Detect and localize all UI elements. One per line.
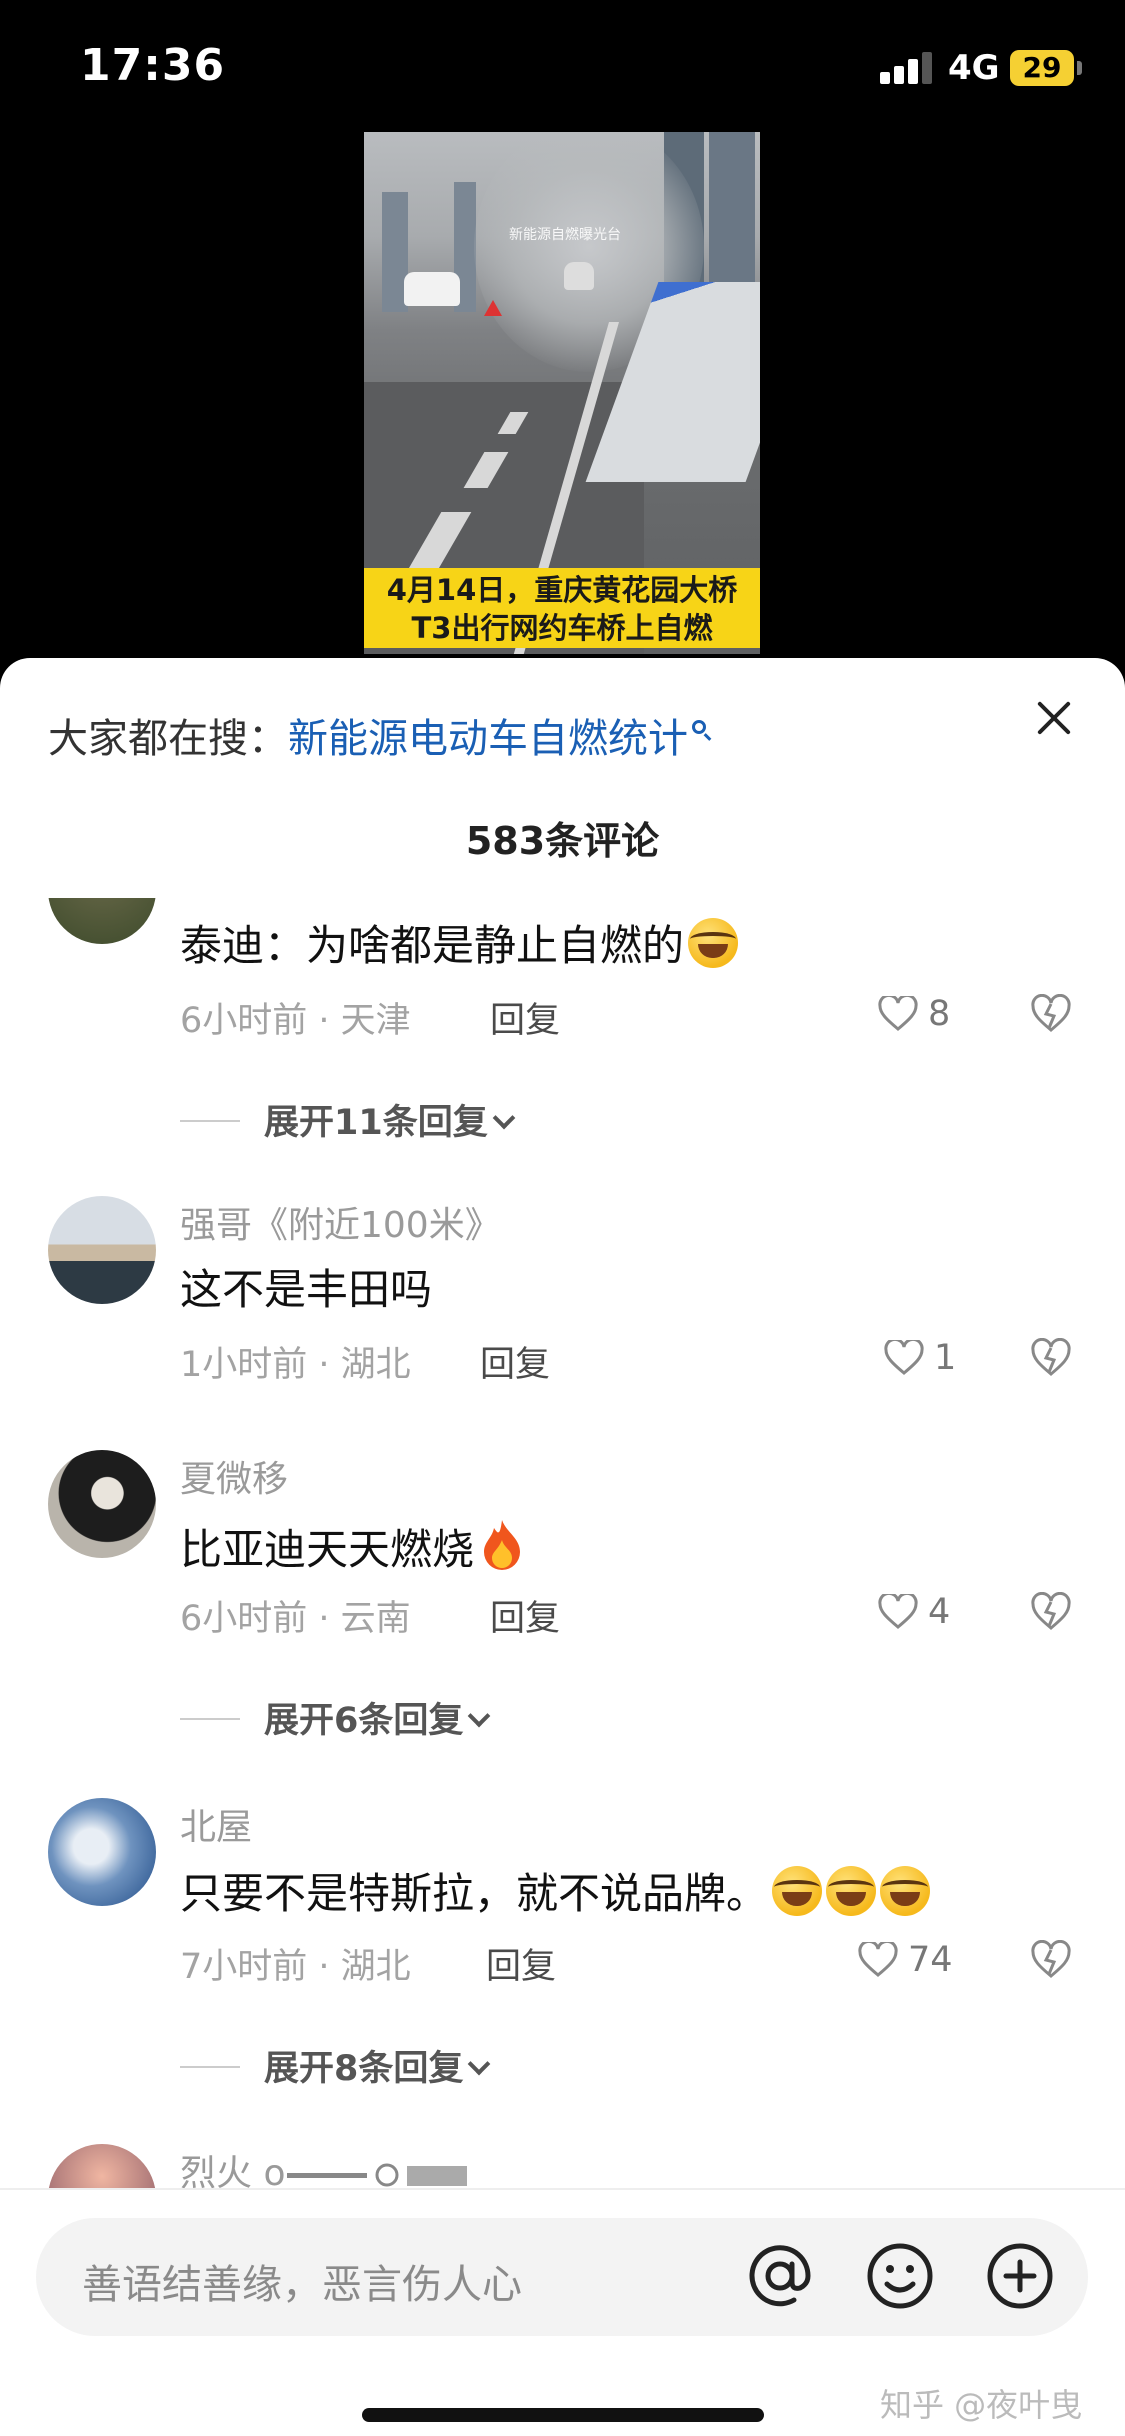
nickname[interactable]: 北屋 <box>180 1798 252 1850</box>
add-icon[interactable] <box>982 2238 1058 2314</box>
nickname[interactable]: 烈火 o <box>180 2144 477 2188</box>
hot-search-prefix: 大家都在搜： <box>48 716 288 762</box>
avatar[interactable] <box>48 2144 156 2188</box>
laughing-emoji-icon <box>880 1866 931 1916</box>
chevron-down-icon <box>468 2052 491 2076</box>
comment-text: 这不是丰田吗 <box>180 1265 433 1314</box>
reply-button[interactable]: 回复 <box>490 1590 560 1641</box>
hot-search: 大家都在搜：新能源电动车自燃统计 <box>48 706 706 764</box>
laughing-emoji-icon <box>688 918 739 968</box>
chevron-down-icon <box>492 1106 516 1130</box>
like-count: 1 <box>934 1338 957 1378</box>
laughing-emoji-icon <box>772 1866 823 1916</box>
caption-line-1: 4月14日，重庆黄花园大桥 <box>386 573 738 607</box>
laughing-emoji-icon <box>826 1866 877 1916</box>
user-badge-icon <box>287 2163 468 2187</box>
comment-text: 比亚迪天天燃烧 <box>180 1510 524 1577</box>
avatar[interactable] <box>48 898 156 944</box>
heart-icon[interactable] <box>878 996 918 1032</box>
comment-input[interactable]: 善语结善缘，恶言伤人心 <box>36 2218 1088 2336</box>
video-watermark: 新能源自燃曝光台 <box>509 227 621 243</box>
input-placeholder: 善语结善缘，恶言伤人心 <box>82 2262 522 2308</box>
expand-replies-button[interactable]: 展开8条回复 <box>264 2040 491 2091</box>
avatar[interactable] <box>48 1798 156 1906</box>
dislike-icon[interactable] <box>1030 1592 1072 1632</box>
dislike-icon[interactable] <box>1030 994 1072 1034</box>
nickname[interactable]: 强哥《附近100米》 <box>180 1196 501 1248</box>
comment-list[interactable]: 泰迪：为啥都是静止自燃的 6小时前 · 天津 回复 8 展开11条回复 强哥《附… <box>0 898 1125 2188</box>
divider <box>180 1120 240 1122</box>
comment-count: 583条评论 <box>465 819 660 863</box>
divider <box>180 2066 240 2068</box>
status-time: 17:36 <box>80 40 226 91</box>
heart-icon[interactable] <box>878 1594 918 1630</box>
search-icon <box>692 720 706 734</box>
battery-icon: 29 <box>1010 50 1074 86</box>
comment-meta: 7小时前 · 湖北 <box>180 1947 411 1987</box>
comment-meta: 6小时前 · 云南 <box>180 1599 411 1639</box>
comment-meta: 1小时前 · 湖北 <box>180 1345 411 1385</box>
comment-input-bar: 善语结善缘，恶言伤人心 知乎 @夜叶曳 <box>0 2188 1125 2436</box>
reply-button[interactable]: 回复 <box>490 992 560 1043</box>
expand-replies-button[interactable]: 展开11条回复 <box>264 1094 516 1145</box>
like-count: 4 <box>928 1592 951 1632</box>
zhihu-watermark: 知乎 @夜叶曳 <box>880 2386 1083 2424</box>
chevron-down-icon <box>468 1704 491 1728</box>
avatar[interactable] <box>48 1450 156 1558</box>
at-mention-icon[interactable] <box>742 2238 818 2314</box>
video-caption: 4月14日，重庆黄花园大桥 T3出行网约车桥上自燃 <box>364 568 760 648</box>
divider <box>180 1718 240 1720</box>
hot-search-keyword[interactable]: 新能源电动车自燃统计 <box>288 716 688 762</box>
comment-text: 泰迪：为啥都是静止自燃的 <box>180 910 739 973</box>
fire-emoji-icon <box>484 1520 521 1570</box>
comment-sheet: 大家都在搜：新能源电动车自燃统计 583条评论 泰迪：为啥都是静止自燃的 6小时… <box>0 658 1125 2436</box>
dislike-icon[interactable] <box>1030 1940 1072 1980</box>
emoji-icon[interactable] <box>862 2238 938 2314</box>
like-count: 8 <box>928 994 951 1034</box>
battery-tip <box>1077 61 1082 75</box>
comment-meta: 6小时前 · 天津 <box>180 1001 411 1041</box>
signal-icon <box>880 52 936 84</box>
dislike-icon[interactable] <box>1030 1338 1072 1378</box>
expand-replies-button[interactable]: 展开6条回复 <box>264 1692 491 1743</box>
video-preview[interactable]: 新能源自燃曝光台 4月14日，重庆黄花园大桥 T3出行网约车桥上自燃 <box>364 132 760 654</box>
heart-icon[interactable] <box>884 1340 924 1376</box>
status-bar: 17:36 4G 29 <box>0 0 1125 140</box>
reply-button[interactable]: 回复 <box>486 1938 556 1989</box>
heart-icon[interactable] <box>858 1942 898 1978</box>
comment-text: 只要不是特斯拉，就不说品牌。 <box>180 1858 931 1921</box>
network-type: 4G <box>948 48 1000 88</box>
close-button[interactable] <box>1024 688 1084 748</box>
home-indicator[interactable] <box>362 2408 764 2422</box>
like-count: 74 <box>908 1940 953 1980</box>
avatar[interactable] <box>48 1196 156 1304</box>
caption-line-2: T3出行网约车桥上自燃 <box>411 611 713 645</box>
nickname[interactable]: 夏微移 <box>180 1450 288 1502</box>
reply-button[interactable]: 回复 <box>480 1336 550 1387</box>
